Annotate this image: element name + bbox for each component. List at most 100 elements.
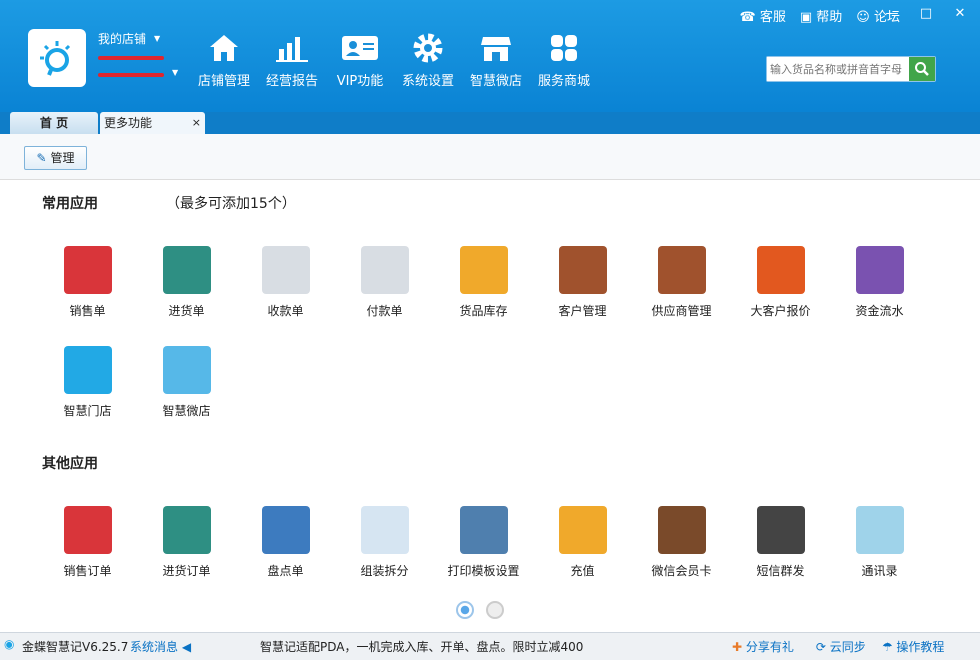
- app-tile[interactable]: 组装拆分: [335, 506, 434, 606]
- app-tile[interactable]: 收款单: [236, 246, 335, 346]
- nav-smart-shop[interactable]: 智慧微店: [462, 30, 530, 89]
- notice-text[interactable]: 智慧记适配PDA，一机完成入库、开单、盘点。限时立减400: [260, 638, 730, 655]
- other-apps-grid: 销售订单 进货订单 盘点单 组装拆分 打印模板设置 充值 微信会员卡 短信群发 通讯录: [38, 506, 938, 606]
- app-tile[interactable]: 付款单: [335, 246, 434, 346]
- app-icon: [657, 246, 706, 294]
- tab-home[interactable]: 首 页: [10, 112, 98, 134]
- shop-icon: [462, 30, 530, 66]
- page-dot-active[interactable]: [456, 601, 474, 619]
- version-label: ◉ 金蝶智慧记V6.25.7: [4, 637, 129, 654]
- app-icon: [459, 246, 508, 294]
- app-label: 智慧微店: [162, 404, 211, 418]
- app-icon: [558, 246, 607, 294]
- app-label: 盘点单: [267, 564, 304, 578]
- other-apps-title: 其他应用: [42, 456, 98, 472]
- tab-more-functions[interactable]: 更多功能 ×: [100, 112, 205, 134]
- speaker-icon: ◀: [181, 640, 192, 654]
- grid-icon: [530, 30, 598, 66]
- app-tile[interactable]: 销售订单: [38, 506, 137, 606]
- app-label: 进货单: [168, 304, 205, 318]
- app-tile[interactable]: 智慧门店: [38, 346, 137, 446]
- app-tile[interactable]: 短信群发: [731, 506, 830, 606]
- common-apps-note: （最多可添加15个）: [166, 196, 296, 212]
- app-tile[interactable]: 销售单: [38, 246, 137, 346]
- app-label: 资金流水: [855, 304, 904, 318]
- app-tile[interactable]: 微信会员卡: [632, 506, 731, 606]
- app-tile[interactable]: 大客户报价: [731, 246, 830, 346]
- app-icon: [855, 506, 904, 554]
- nav-vip[interactable]: VIP功能: [326, 30, 394, 89]
- app-icon: [657, 506, 706, 554]
- app-icon: [459, 506, 508, 554]
- chevron-down-icon[interactable]: ▼: [154, 34, 160, 43]
- page-dot[interactable]: [486, 601, 504, 619]
- app-label: 付款单: [366, 304, 403, 318]
- tutorial-link[interactable]: ☂ 操作教程: [882, 638, 945, 655]
- app-tile[interactable]: 客户管理: [533, 246, 632, 346]
- search-button[interactable]: [909, 57, 935, 81]
- nav-business-report[interactable]: 经营报告: [258, 30, 326, 89]
- app-icon: [162, 246, 211, 294]
- close-tab-icon[interactable]: ×: [192, 112, 201, 134]
- app-tile[interactable]: 盘点单: [236, 506, 335, 606]
- search-box: [766, 56, 936, 82]
- app-tile[interactable]: 进货订单: [137, 506, 236, 606]
- app-icon: [261, 506, 310, 554]
- app-label: 客户管理: [558, 304, 607, 318]
- help-link[interactable]: ▣ 帮助: [800, 6, 842, 25]
- cloud-sync-icon: ⟳: [815, 640, 826, 654]
- pagination: [456, 601, 504, 619]
- app-icon: [162, 346, 211, 394]
- gift-icon: ✚: [732, 640, 743, 654]
- nav-service-mall[interactable]: 服务商城: [530, 30, 598, 89]
- app-tile[interactable]: 智慧微店: [137, 346, 236, 446]
- cloud-sync-link[interactable]: ⟳ 云同步: [816, 638, 866, 655]
- app-label: 收款单: [267, 304, 304, 318]
- app-label: 充值: [570, 564, 595, 578]
- gear-icon: [394, 30, 462, 66]
- nav-settings[interactable]: 系统设置: [394, 30, 462, 89]
- share-link[interactable]: ✚ 分享有礼: [732, 638, 794, 655]
- app-logo-icon: ◉: [4, 637, 15, 651]
- app-tile[interactable]: 货品库存: [434, 246, 533, 346]
- app-label: 供应商管理: [651, 304, 712, 318]
- app-icon: [360, 506, 409, 554]
- app-label: 进货订单: [162, 564, 211, 578]
- app-label: 智慧门店: [63, 404, 112, 418]
- app-label: 微信会员卡: [651, 564, 712, 578]
- search-icon: [915, 62, 929, 76]
- app-label: 组装拆分: [360, 564, 409, 578]
- redacted-line: [98, 56, 164, 60]
- redacted-line: [98, 73, 164, 77]
- app-tile[interactable]: 资金流水: [830, 246, 929, 346]
- maximize-icon[interactable]: □: [916, 6, 936, 21]
- system-message-link[interactable]: 系统消息 ◀: [130, 638, 260, 655]
- app-icon: [63, 346, 112, 394]
- manage-button[interactable]: ✎ 管理: [24, 146, 87, 170]
- app-header: 我的店铺 ▼ ▼ 店铺管理 经营报告 VIP功能 系统设置 智慧微店 服务商城 ☎…: [0, 0, 980, 112]
- service-link[interactable]: ☎ 客服: [739, 6, 785, 25]
- service-icon: ☎: [739, 10, 756, 25]
- app-tile[interactable]: 打印模板设置: [434, 506, 533, 606]
- app-tile[interactable]: 充值: [533, 506, 632, 606]
- home-icon: [190, 30, 258, 66]
- chevron-down-icon[interactable]: ▼: [172, 68, 178, 77]
- help-icon: ▣: [799, 10, 813, 25]
- nav-store-management[interactable]: 店铺管理: [190, 30, 258, 89]
- window-controls: — □ ✕: [882, 6, 970, 21]
- app-label: 销售订单: [63, 564, 112, 578]
- close-icon[interactable]: ✕: [950, 6, 970, 21]
- forum-icon: ☺: [856, 10, 870, 25]
- minimize-icon[interactable]: —: [882, 6, 902, 21]
- app-icon: [360, 246, 409, 294]
- app-icon: [756, 246, 805, 294]
- app-tile[interactable]: 供应商管理: [632, 246, 731, 346]
- app-icon: [756, 506, 805, 554]
- app-icon: [855, 246, 904, 294]
- app-icon: [261, 246, 310, 294]
- app-tile[interactable]: 通讯录: [830, 506, 929, 606]
- app-icon: [63, 506, 112, 554]
- store-selector[interactable]: 我的店铺 ▼ ▼: [98, 30, 178, 80]
- app-tile[interactable]: 进货单: [137, 246, 236, 346]
- search-input[interactable]: [767, 57, 909, 81]
